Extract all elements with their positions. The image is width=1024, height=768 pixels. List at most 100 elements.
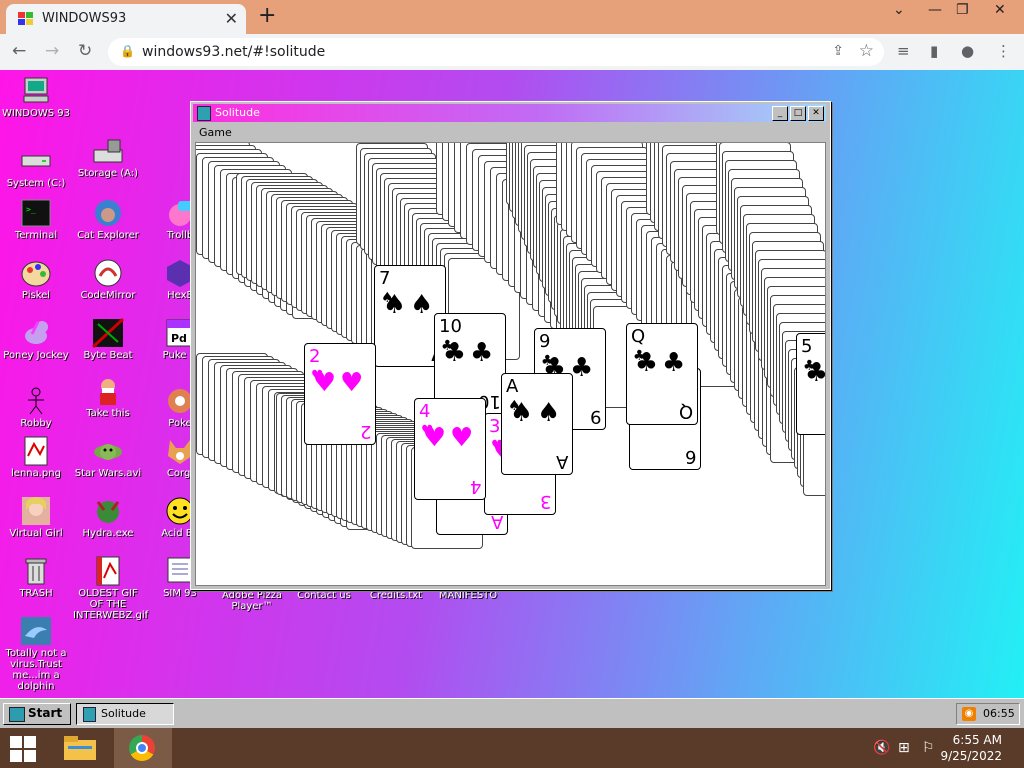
window-titlebar[interactable]: Solitude _ □ ✕ [193, 104, 826, 122]
windows-start-icon[interactable] [10, 736, 36, 762]
svg-text:Pd: Pd [171, 332, 187, 345]
address-bar-row: ← → ↻ 🔒 windows93.net/#!solitude ⇪ ☆ ≡ ▮… [0, 34, 1024, 71]
trash-bin-icon [20, 556, 52, 586]
hydra-icon [92, 496, 124, 526]
card-rank-bottom: 2 [359, 421, 371, 442]
card-rank: 10 [439, 316, 462, 337]
taskbar-item-solitude[interactable]: Solitude [76, 703, 174, 725]
window-maximize-button[interactable]: □ [790, 106, 806, 121]
bookmark-star-icon[interactable]: ☆ [859, 41, 874, 61]
playing-card[interactable]: Q ♣ ♣♣ Q [626, 323, 698, 425]
system-date: 9/25/2022 [940, 749, 1002, 763]
window-close-button[interactable]: ✕ [808, 106, 824, 121]
desktop-icon-hydra-exe[interactable]: Hydra.exe [73, 496, 143, 539]
start-button[interactable]: Start [3, 703, 71, 725]
close-window-button[interactable]: ✕ [994, 2, 1006, 18]
playing-card[interactable]: 2 ♥ ♥♥ 2 [304, 343, 376, 445]
side-panel-icon[interactable]: ▮ [930, 42, 938, 60]
bytebeat-icon [91, 317, 125, 349]
desktop-icon-dolphin[interactable]: Totally not a virus.Trust me...im a dolp… [1, 616, 71, 692]
desktop-icon-terminal[interactable]: >_ Terminal [1, 198, 71, 241]
rss-icon[interactable]: ◉ [962, 707, 976, 721]
tab-search-icon[interactable]: ⌄ [893, 2, 905, 18]
back-arrow-icon[interactable]: ← [12, 41, 26, 61]
omnibox[interactable]: 🔒 windows93.net/#!solitude ⇪ ☆ [108, 38, 884, 66]
media-queue-icon[interactable]: ≡ [897, 42, 910, 60]
solitaire-board[interactable]: 7♠♠♠710♣♣♣102♥♥♥29♣♣♣96♣♣♣6A♦♦♦A3♥♥♥34♥♥… [195, 142, 826, 586]
card-rank: 2 [309, 346, 321, 367]
desktop-icon-piskel[interactable]: Piskel [1, 258, 71, 301]
card-rank: 9 [539, 331, 551, 352]
desktop-icon-oldest-gif[interactable]: OLDEST GIF OF THE INTERWEBZ.gif [73, 556, 148, 621]
desktop-icon-poney-jockey[interactable]: Poney Jockey [1, 318, 71, 361]
windows93-clock: 06:55 [983, 707, 1015, 720]
desktop-icon-trash[interactable]: TRASH [1, 556, 71, 599]
svg-text:>_: >_ [26, 205, 36, 214]
desktop-icon-lenna-png[interactable]: lenna.png [1, 436, 71, 479]
desktop-icon-codemirror[interactable]: CodeMirror [73, 258, 143, 301]
card-pips: ♠♠ [509, 398, 565, 428]
playing-card[interactable]: A ♠ ♠♠ A [501, 373, 573, 475]
more-menu-icon[interactable]: ⋮ [996, 42, 1011, 60]
window-minimize-button[interactable]: _ [772, 106, 788, 121]
desktop-icon-windows93[interactable]: WINDOWS 93 [1, 76, 71, 119]
network-icon[interactable]: ⊞ [898, 740, 910, 756]
dolphin-icon [20, 616, 52, 646]
new-tab-button[interactable]: + [258, 3, 276, 28]
desktop-icon-adobe-pizza-player[interactable]: Adobe Pizza Player™ [217, 590, 287, 612]
desktop-icon-byte-beat[interactable]: Byte Beat [73, 317, 143, 361]
volume-muted-icon[interactable]: 🔇 [873, 740, 890, 756]
url-text[interactable]: windows93.net/#!solitude [142, 44, 325, 60]
forward-arrow-icon[interactable]: → [45, 41, 59, 61]
codemirror-icon [92, 258, 124, 288]
desktop-icon-manifesto[interactable]: MANIFESTO [433, 590, 503, 601]
restore-button[interactable]: ❐ [956, 2, 969, 18]
playing-card[interactable]: 4 ♥ ♥♥ 4 [414, 398, 486, 500]
system-time: 6:55 AM [952, 733, 1002, 747]
stick-figure-icon [20, 386, 52, 416]
card-rank: 7 [379, 268, 391, 289]
chrome-taskbar-icon[interactable] [114, 728, 172, 768]
desktop-icon-robby[interactable]: Robby [1, 386, 71, 429]
desktop-icon-system-c[interactable]: System (C:) [1, 146, 71, 189]
solitude-window[interactable]: Solitude _ □ ✕ Game 7♠♠♠710♣♣♣102♥♥♥29♣♣… [190, 101, 831, 590]
system-clock[interactable]: 6:55 AM 9/25/2022 [940, 732, 1002, 764]
power-icon[interactable]: ⚐ [922, 740, 935, 756]
terminal-icon: >_ [20, 198, 52, 228]
desktop-icon-virtual-girl[interactable]: Virtual Girl [1, 496, 71, 539]
desktop-icon-star-wars-avi[interactable]: Star Wars.avi [73, 436, 143, 479]
desktop-icon-contact-us[interactable]: Contact us [289, 590, 359, 601]
cat-globe-icon [92, 198, 124, 228]
playing-card[interactable]: 5♣♣♣5 [796, 333, 825, 435]
file-explorer-icon[interactable] [62, 732, 98, 764]
card-pips: ♥♥ [422, 423, 478, 453]
minimize-button[interactable]: — [928, 2, 942, 18]
profile-avatar-icon[interactable]: ● [961, 42, 974, 60]
start-logo-icon [9, 707, 25, 722]
gif-file-icon [92, 556, 124, 586]
menu-game[interactable]: Game [199, 126, 232, 139]
card-rank: A [506, 376, 519, 397]
windows93-desktop: WINDOWS 93 System (C:) Storage (A:) >_ T… [0, 70, 1024, 698]
card-rank-bottom: 3 [539, 491, 551, 512]
card-rank-bottom: 4 [469, 476, 481, 497]
desktop-icon-credits-txt[interactable]: Credits.txt [361, 590, 431, 601]
card-rank-bottom: 9 [589, 406, 601, 427]
solitude-app-icon [197, 106, 211, 121]
desktop-icon-cat-explorer[interactable]: Cat Explorer [73, 198, 143, 241]
card-pips: ♥♥ [312, 368, 368, 398]
image-file-icon [20, 436, 52, 466]
card-rank: 3 [489, 416, 501, 437]
desktop-icon-take-this[interactable]: Take this [73, 376, 143, 419]
browser-tab[interactable]: WINDOWS93 ✕ [6, 4, 246, 34]
computer-icon [20, 76, 52, 106]
paint-palette-icon [20, 258, 52, 288]
tab-close-icon[interactable]: ✕ [225, 9, 238, 28]
reload-icon[interactable]: ↻ [78, 41, 92, 61]
virtual-girl-icon [20, 496, 52, 526]
card-rank: Q [631, 326, 646, 347]
share-icon[interactable]: ⇪ [832, 43, 844, 59]
desktop-icon-storage-a[interactable]: Storage (A:) [73, 136, 143, 179]
browser-tab-bar: WINDOWS93 ✕ + ⌄ — ❐ ✕ [0, 0, 1024, 34]
pony-icon [20, 318, 52, 348]
